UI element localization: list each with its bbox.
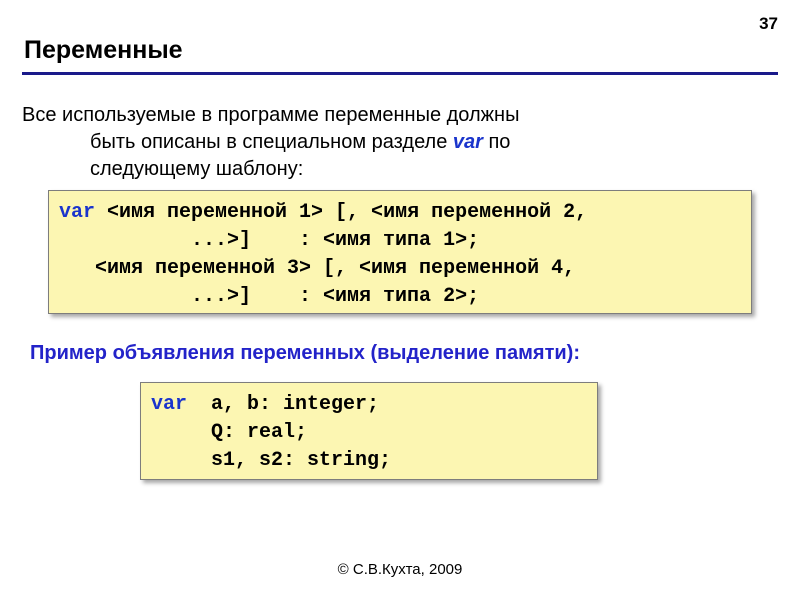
intro-line-2: быть описаны в специальном разделе var п… (22, 129, 778, 156)
title-divider (22, 72, 778, 75)
intro-line-3: следующему шаблону: (22, 156, 778, 183)
page-number: 37 (759, 14, 778, 34)
example-line-2: Q: real; (151, 421, 307, 444)
footer-copyright: © С.В.Кухта, 2009 (0, 561, 800, 578)
intro-line-1: Все используемые в программе переменные … (22, 102, 778, 129)
template-line-2: ...>] : <имя типа 1>; (59, 229, 479, 252)
syntax-template-box: var <имя переменной 1> [, <имя переменно… (48, 190, 752, 314)
keyword-var: var (59, 201, 95, 224)
intro-line-2-pre: быть описаны в специальном разделе (90, 131, 453, 153)
example-heading: Пример объявления переменных (выделение … (30, 342, 580, 365)
template-line-3: <имя переменной 3> [, <имя переменной 4, (59, 257, 575, 280)
keyword-var-example: var (151, 393, 187, 416)
page-title: Переменные (24, 36, 183, 65)
template-line-1: <имя переменной 1> [, <имя переменной 2, (95, 201, 587, 224)
keyword-var-inline: var (453, 131, 483, 153)
example-code-box: var a, b: integer; Q: real; s1, s2: stri… (140, 382, 598, 480)
example-line-3: s1, s2: string; (151, 449, 391, 472)
template-line-4: ...>] : <имя типа 2>; (59, 285, 479, 308)
intro-line-2-post: по (483, 131, 511, 153)
intro-paragraph: Все используемые в программе переменные … (22, 102, 778, 183)
example-line-1: a, b: integer; (187, 393, 379, 416)
